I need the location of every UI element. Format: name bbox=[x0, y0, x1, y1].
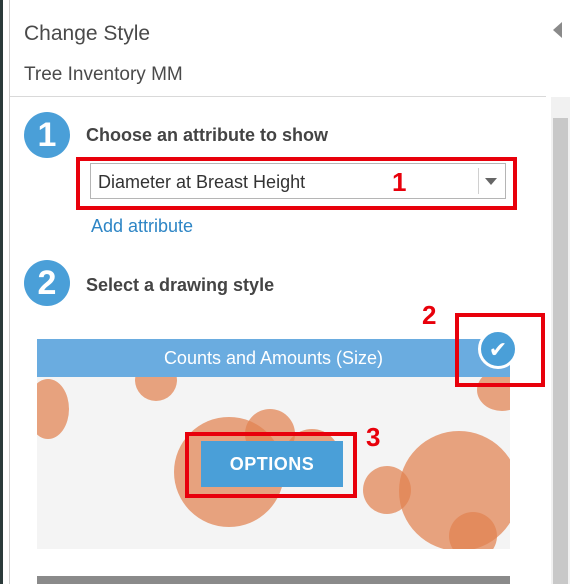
preview-bubble bbox=[363, 466, 411, 514]
preview-bubble bbox=[37, 379, 69, 439]
annotation-number-3: 3 bbox=[366, 422, 381, 452]
annotation-box-3 bbox=[185, 432, 357, 498]
annotation-number-1: 1 bbox=[392, 167, 407, 197]
step-1-badge: 1 bbox=[24, 112, 70, 158]
annotation-box-1 bbox=[76, 157, 517, 210]
add-attribute-link[interactable]: Add attribute bbox=[91, 216, 193, 237]
style-card-header: Counts and Amounts (Size) bbox=[37, 339, 510, 377]
panel-title: Change Style bbox=[24, 22, 151, 45]
step-1-label: Choose an attribute to show bbox=[86, 125, 329, 145]
next-card-edge bbox=[37, 576, 510, 584]
collapse-panel-icon[interactable] bbox=[553, 22, 562, 38]
header-divider bbox=[10, 96, 546, 97]
panel-left-line bbox=[9, 0, 10, 584]
left-edge-border bbox=[0, 0, 3, 584]
step-2-badge: 2 bbox=[24, 260, 70, 306]
annotation-box-2 bbox=[455, 313, 545, 387]
layer-name: Tree Inventory MM bbox=[24, 64, 183, 85]
step-2-label: Select a drawing style bbox=[86, 275, 275, 295]
annotation-number-2: 2 bbox=[422, 300, 437, 330]
scrollbar-thumb[interactable] bbox=[553, 118, 568, 584]
style-card-title: Counts and Amounts (Size) bbox=[163, 348, 384, 368]
